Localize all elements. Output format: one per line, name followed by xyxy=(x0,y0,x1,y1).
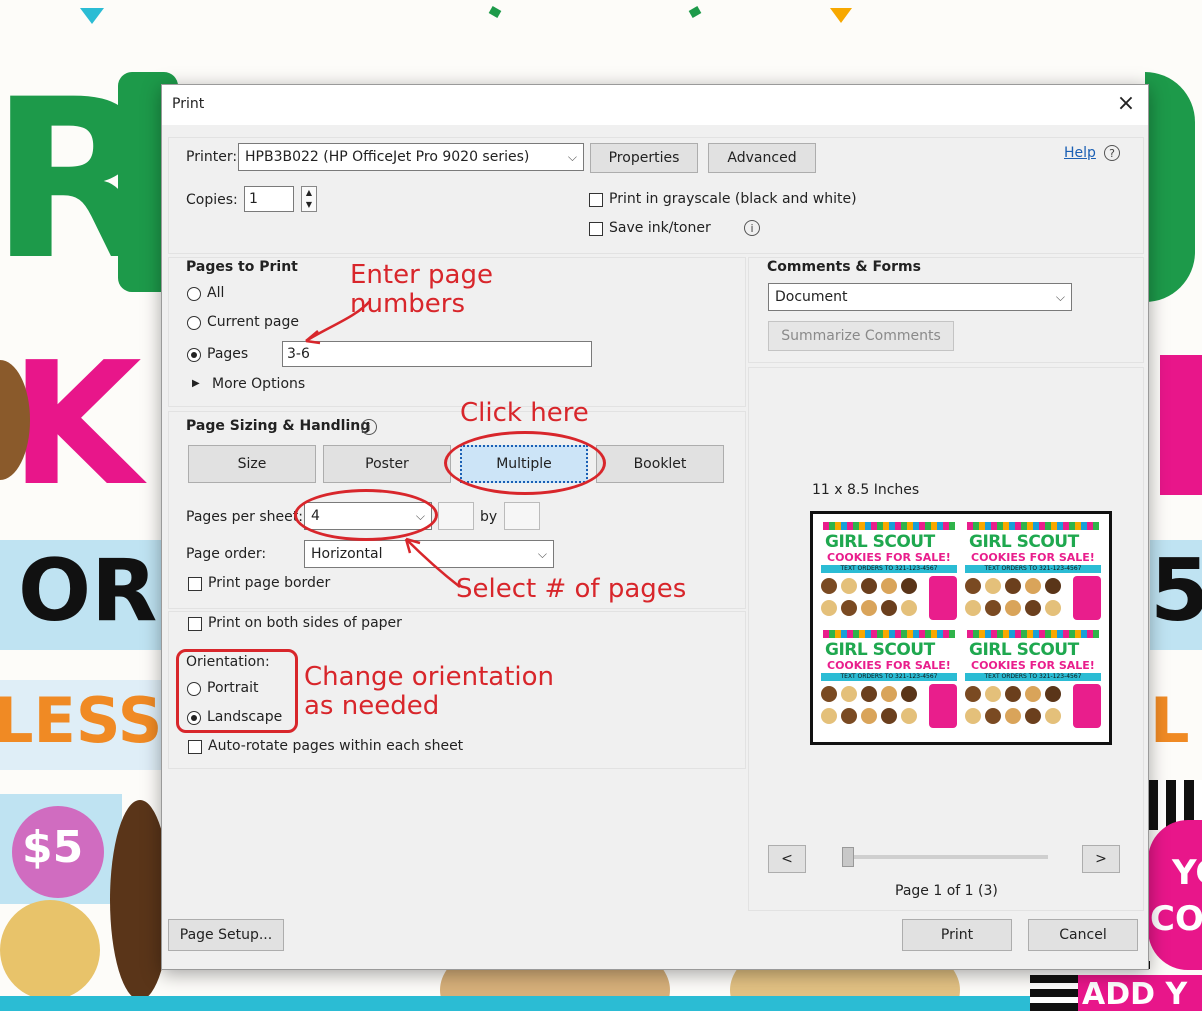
print-border-checkbox[interactable] xyxy=(188,577,202,591)
poster-text-or: OR xyxy=(18,541,158,641)
info-icon[interactable]: i xyxy=(361,419,377,435)
radio-current-page[interactable] xyxy=(187,316,201,330)
poster-band xyxy=(0,996,1030,1011)
annotation-arrow-icon xyxy=(305,300,371,345)
preview-slider-track[interactable] xyxy=(842,855,1048,859)
printer-value: HPB3B022 (HP OfficeJet Pro 9020 series) xyxy=(245,149,530,165)
annotation-change-orientation: Change orientation as needed xyxy=(304,662,555,721)
orientation-heading: Orientation: xyxy=(186,654,270,670)
poster-text-l: L xyxy=(1150,684,1190,757)
radio-portrait-label: Portrait xyxy=(207,680,259,696)
close-icon[interactable]: × xyxy=(1112,91,1140,117)
cookie-image xyxy=(0,900,100,1000)
help-icon[interactable]: ? xyxy=(1104,145,1120,161)
by-label: by xyxy=(480,509,498,525)
summarize-comments-button[interactable]: Summarize Comments xyxy=(768,321,954,351)
annotation-click-here: Click here xyxy=(460,398,589,428)
chevron-down-icon: ⌵ xyxy=(567,150,577,164)
tab-multiple[interactable]: Multiple xyxy=(460,445,588,483)
radio-all-label: All xyxy=(207,285,225,301)
preview-page: GIRL SCOUT COOKIES FOR SALE! TEXT ORDERS… xyxy=(819,520,959,624)
cancel-button[interactable]: Cancel xyxy=(1028,919,1138,951)
radio-landscape[interactable] xyxy=(187,711,201,725)
preview-prev-button[interactable]: < xyxy=(768,845,806,873)
grayscale-checkbox[interactable] xyxy=(589,193,603,207)
page-order-label: Page order: xyxy=(186,546,267,562)
comments-value: Document xyxy=(775,289,848,305)
radio-landscape-label: Landscape xyxy=(207,709,283,725)
pages-per-sheet-select[interactable]: 4 ⌵ xyxy=(304,502,432,530)
pages-per-sheet-rows[interactable] xyxy=(504,502,540,530)
print-border-label: Print page border xyxy=(208,575,331,591)
chevron-down-icon: ⌵ xyxy=(1055,290,1065,304)
help-link[interactable]: Help xyxy=(1064,145,1096,161)
page-setup-button[interactable]: Page Setup... xyxy=(168,919,284,951)
chevron-down-icon: ⌵ xyxy=(537,547,547,561)
auto-rotate-label: Auto-rotate pages within each sheet xyxy=(208,738,464,754)
tab-size[interactable]: Size xyxy=(188,445,316,483)
preview-page: GIRL SCOUT COOKIES FOR SALE! TEXT ORDERS… xyxy=(963,628,1103,732)
pages-per-sheet-columns[interactable] xyxy=(438,502,474,530)
both-sides-checkbox[interactable] xyxy=(188,617,202,631)
comments-heading: Comments & Forms xyxy=(767,259,921,275)
tab-booklet[interactable]: Booklet xyxy=(596,445,724,483)
radio-pages-label: Pages xyxy=(207,346,249,362)
confetti-icon xyxy=(488,6,502,18)
poster-text-less: LESS xyxy=(0,684,163,757)
more-options-toggle[interactable]: More Options xyxy=(212,376,305,392)
copies-label: Copies: xyxy=(186,192,238,208)
expand-arrow-icon[interactable]: ▶ xyxy=(192,378,200,389)
dialog-title: Print xyxy=(172,96,205,112)
preview-slider-thumb[interactable] xyxy=(842,847,854,867)
page-order-value: Horizontal xyxy=(311,546,383,562)
preview-page: GIRL SCOUT COOKIES FOR SALE! TEXT ORDERS… xyxy=(963,520,1103,624)
poster-badge-text: YC xyxy=(1172,853,1202,893)
poster-letter-shape xyxy=(1160,355,1202,495)
preview-page: GIRL SCOUT COOKIES FOR SALE! TEXT ORDERS… xyxy=(819,628,959,732)
pages-to-print-heading: Pages to Print xyxy=(186,259,298,275)
both-sides-label: Print on both sides of paper xyxy=(208,615,402,631)
grayscale-label: Print in grayscale (black and white) xyxy=(609,191,857,207)
poster-text-add: ADD Y xyxy=(1082,977,1188,1011)
price-text: $5 xyxy=(22,822,84,873)
pages-per-sheet-label: Pages per sheet: xyxy=(186,509,303,525)
radio-all[interactable] xyxy=(187,287,201,301)
poster-text-5: 5 xyxy=(1150,541,1202,641)
confetti-icon xyxy=(688,6,702,18)
preview-sheet: GIRL SCOUT COOKIES FOR SALE! TEXT ORDERS… xyxy=(810,511,1112,745)
print-dialog: Print × Printer: HPB3B022 (HP OfficeJet … xyxy=(161,84,1149,970)
page-sizing-heading: Page Sizing & Handling xyxy=(186,418,371,434)
printer-label: Printer: xyxy=(186,149,238,165)
annotation-select-pages: Select # of pages xyxy=(456,574,687,604)
copies-input[interactable]: 1 xyxy=(244,186,294,212)
tab-poster[interactable]: Poster xyxy=(323,445,451,483)
chevron-down-icon: ⌵ xyxy=(415,509,425,523)
copies-stepper[interactable]: ▲ ▼ xyxy=(301,186,317,212)
radio-pages[interactable] xyxy=(187,348,201,362)
preview-size-label: 11 x 8.5 Inches xyxy=(812,482,920,498)
auto-rotate-checkbox[interactable] xyxy=(188,740,202,754)
radio-current-page-label: Current page xyxy=(207,314,299,330)
print-button[interactable]: Print xyxy=(902,919,1012,951)
info-icon[interactable]: i xyxy=(744,220,760,236)
dialog-titlebar: Print × xyxy=(162,85,1148,125)
properties-button[interactable]: Properties xyxy=(590,143,698,173)
pages-per-sheet-value: 4 xyxy=(311,508,320,524)
poster-badge-text: CO xyxy=(1150,899,1202,939)
preview-page-info: Page 1 of 1 (3) xyxy=(895,883,998,899)
comments-select[interactable]: Document ⌵ xyxy=(768,283,1072,311)
star-icon xyxy=(830,8,852,23)
preview-next-button[interactable]: > xyxy=(1082,845,1120,873)
advanced-button[interactable]: Advanced xyxy=(708,143,816,173)
save-ink-checkbox[interactable] xyxy=(589,222,603,236)
poster-letter-shape xyxy=(1145,72,1195,302)
star-icon xyxy=(80,8,104,24)
radio-portrait[interactable] xyxy=(187,682,201,696)
printer-select[interactable]: HPB3B022 (HP OfficeJet Pro 9020 series) … xyxy=(238,143,584,171)
poster-badge xyxy=(1148,820,1202,970)
save-ink-label: Save ink/toner xyxy=(609,220,711,236)
